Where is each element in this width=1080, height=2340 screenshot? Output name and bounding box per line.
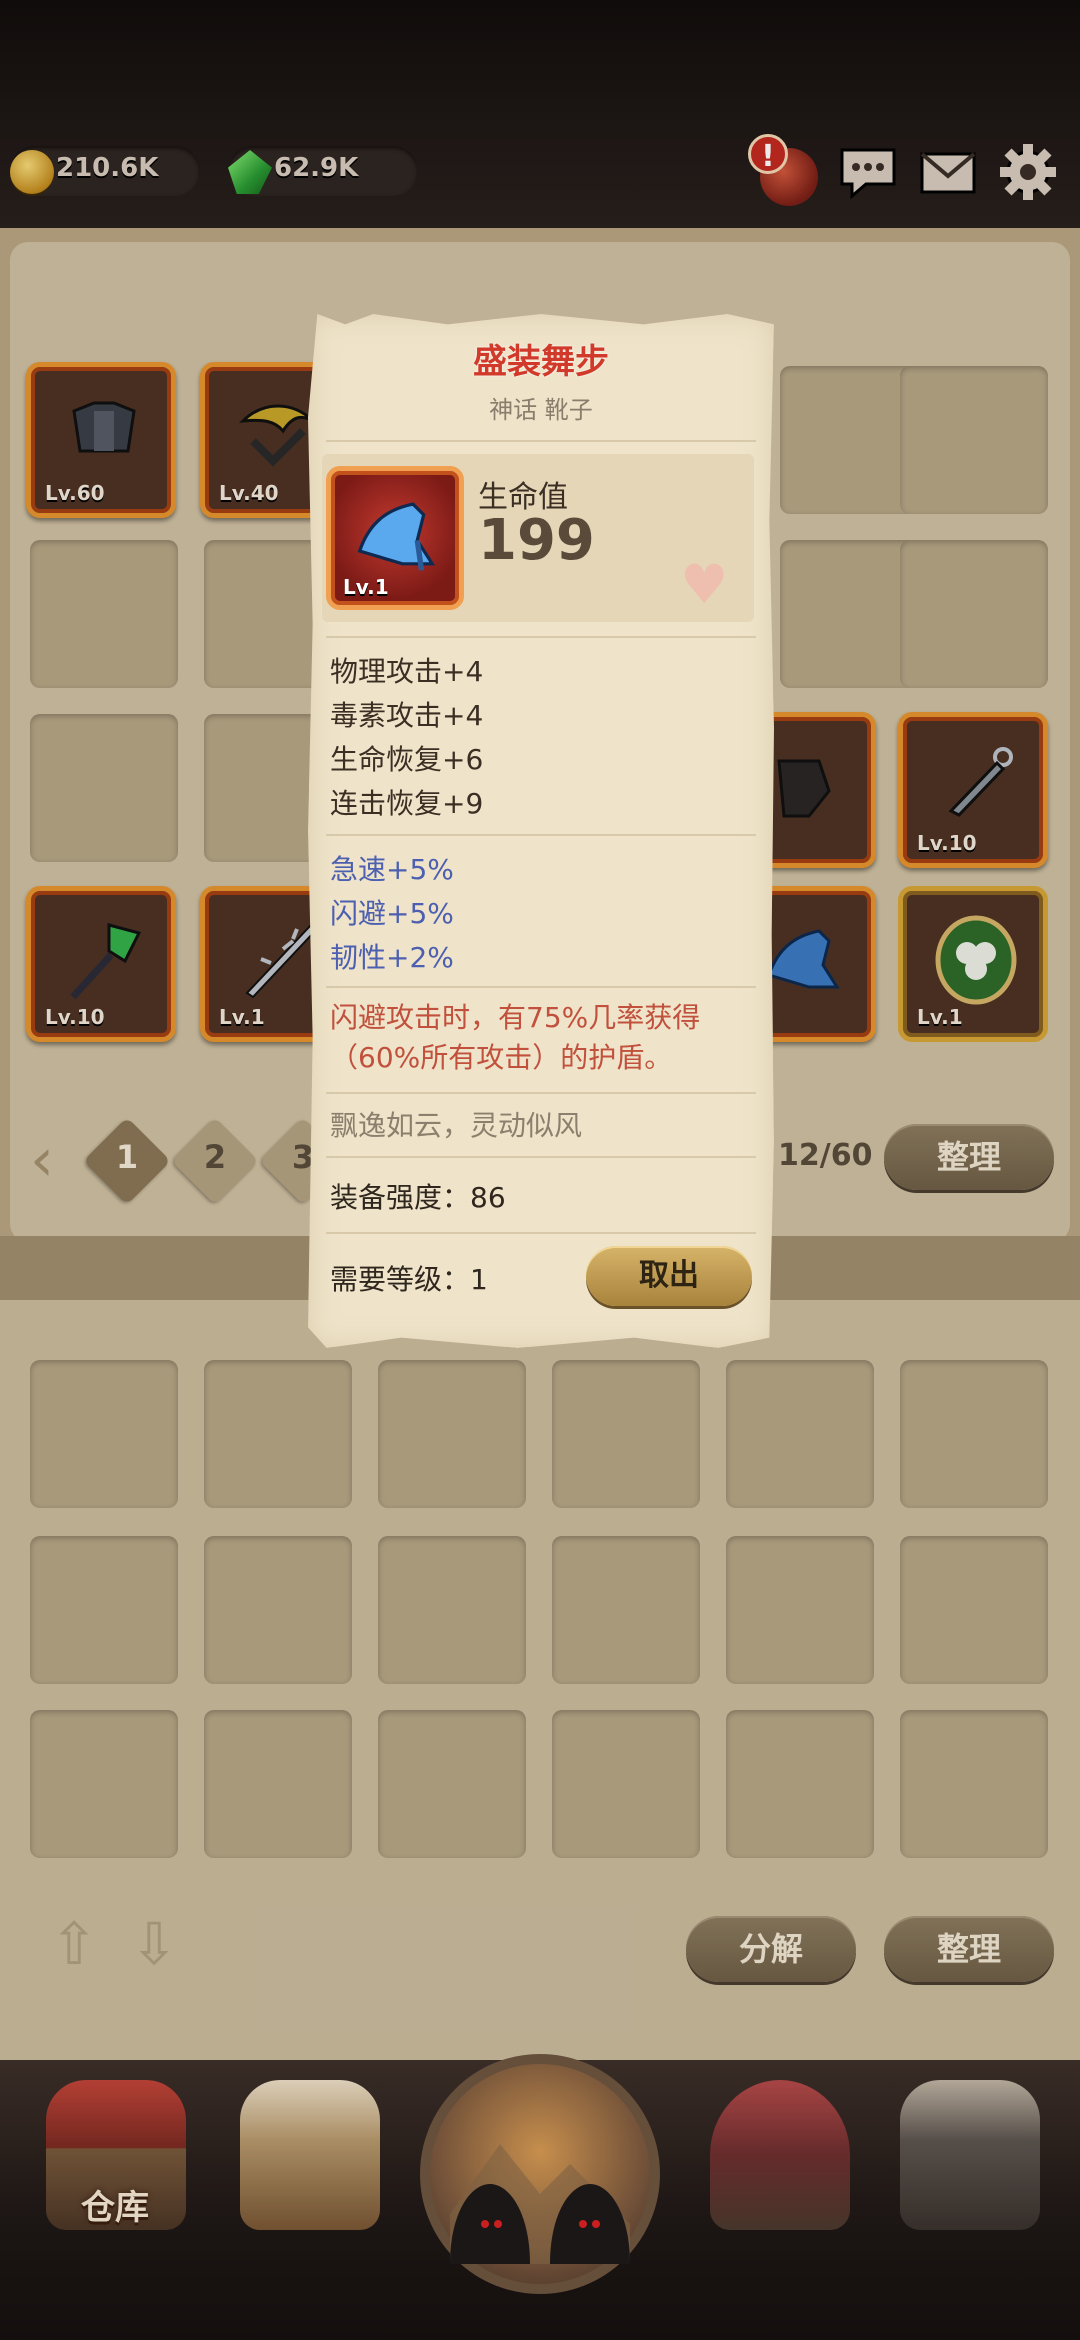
required-level: 需要等级：1 <box>330 1263 488 1296</box>
divider <box>326 1232 756 1234</box>
item-level: Lv.1 <box>343 575 389 599</box>
base-stat: 毒素攻击+4 <box>330 699 484 732</box>
special-effect: 闪避攻击时，有75%几率获得（60%所有攻击）的护盾。 <box>330 1001 701 1074</box>
base-stat: 生命恢复+6 <box>330 743 484 776</box>
divider <box>326 636 756 638</box>
base-stat: 连击恢复+9 <box>330 787 484 820</box>
bonus-stat: 闪避+5% <box>330 897 454 930</box>
item-title: 盛装舞步 <box>473 342 609 382</box>
item-icon-frame: Lv.1 <box>326 466 464 610</box>
divider <box>326 834 756 836</box>
divider <box>326 986 756 988</box>
equipment-power: 装备强度：86 <box>330 1181 506 1214</box>
flavor-text: 飘逸如云，灵动似风 <box>330 1109 583 1142</box>
glass-slipper-icon <box>357 502 436 571</box>
heart-icon: ♥ <box>680 553 729 616</box>
item-type: 神话 靴子 <box>489 396 593 424</box>
divider <box>326 440 756 442</box>
divider <box>326 1156 756 1158</box>
base-stat: 物理攻击+4 <box>330 655 484 688</box>
divider <box>326 1092 756 1094</box>
bonus-stat: 韧性+2% <box>330 941 454 974</box>
main-stat-value: 199 <box>478 508 595 573</box>
bonus-stat: 急速+5% <box>330 853 454 886</box>
take-out-button[interactable]: 取出 <box>586 1246 752 1306</box>
